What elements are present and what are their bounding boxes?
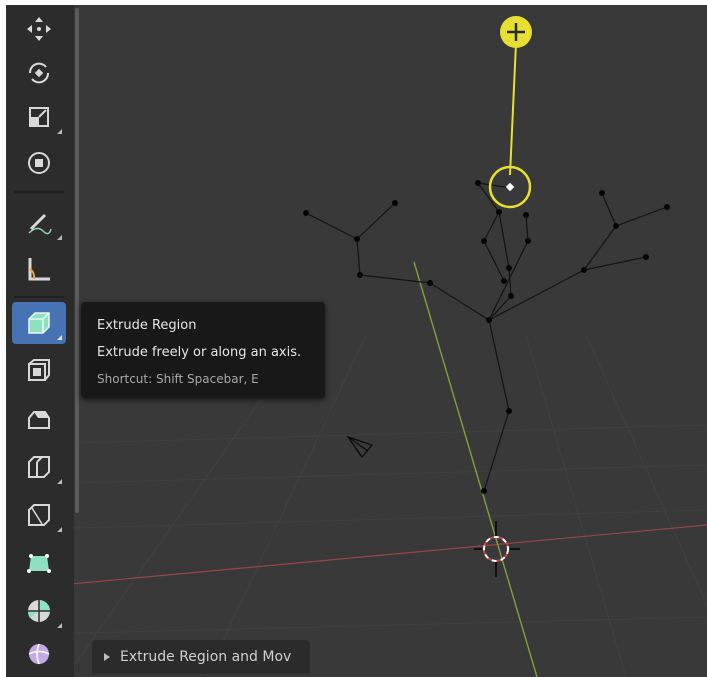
rotate-tool[interactable] <box>12 52 66 94</box>
move-tool[interactable] <box>12 8 66 50</box>
toolbar-separator <box>14 296 64 298</box>
extrude-region-icon <box>28 312 50 334</box>
last-operator-label: Extrude Region and Mov <box>120 649 292 665</box>
knife-tool[interactable] <box>12 494 66 536</box>
x-axis-line <box>6 524 707 591</box>
poly-build-icon <box>27 554 51 573</box>
tooltip-description: Extrude freely or along an axis. <box>97 345 302 360</box>
annotate-tool[interactable] <box>12 202 66 244</box>
3d-cursor-icon[interactable] <box>474 521 520 577</box>
last-operator-panel[interactable]: Extrude Region and Mov <box>92 640 310 674</box>
bevel-icon <box>28 411 50 429</box>
toolbar-scrollbar[interactable] <box>75 8 79 513</box>
scale-tool[interactable] <box>12 96 66 138</box>
active-vertex[interactable] <box>505 182 515 192</box>
extrude-region-tool[interactable] <box>12 302 66 344</box>
inset-faces-tool[interactable] <box>12 350 66 392</box>
y-axis-line <box>413 261 538 677</box>
spin-tool[interactable] <box>12 590 66 632</box>
loop-cut-icon <box>28 456 50 478</box>
loop-cut-tool[interactable] <box>12 446 66 488</box>
tooltip-title: Extrude Region <box>97 318 197 333</box>
toolbar-separator <box>14 191 64 193</box>
spin-icon <box>27 600 50 622</box>
rotate-icon <box>28 62 50 84</box>
camera-icon[interactable] <box>346 435 374 458</box>
tooltip-shortcut: Shortcut: Shift Spacebar, E <box>97 372 259 386</box>
measure-icon <box>28 258 50 281</box>
smooth-icon <box>28 643 50 665</box>
knife-icon <box>28 504 50 526</box>
move-icon <box>27 17 51 41</box>
expand-arrow-icon[interactable] <box>104 653 110 661</box>
mesh-vertices[interactable] <box>303 180 670 494</box>
extrude-gizmo-line <box>509 42 517 176</box>
poly-build-tool[interactable] <box>12 542 66 584</box>
smooth-tool[interactable] <box>12 636 66 672</box>
tool-tooltip: Extrude Region Extrude freely or along a… <box>81 302 325 398</box>
scale-icon <box>29 107 49 127</box>
transform-icon <box>28 152 50 174</box>
annotate-icon <box>28 213 52 235</box>
inset-faces-icon <box>28 359 50 381</box>
bevel-tool[interactable] <box>12 398 66 440</box>
transform-tool[interactable] <box>12 142 66 184</box>
measure-tool[interactable] <box>12 248 66 290</box>
